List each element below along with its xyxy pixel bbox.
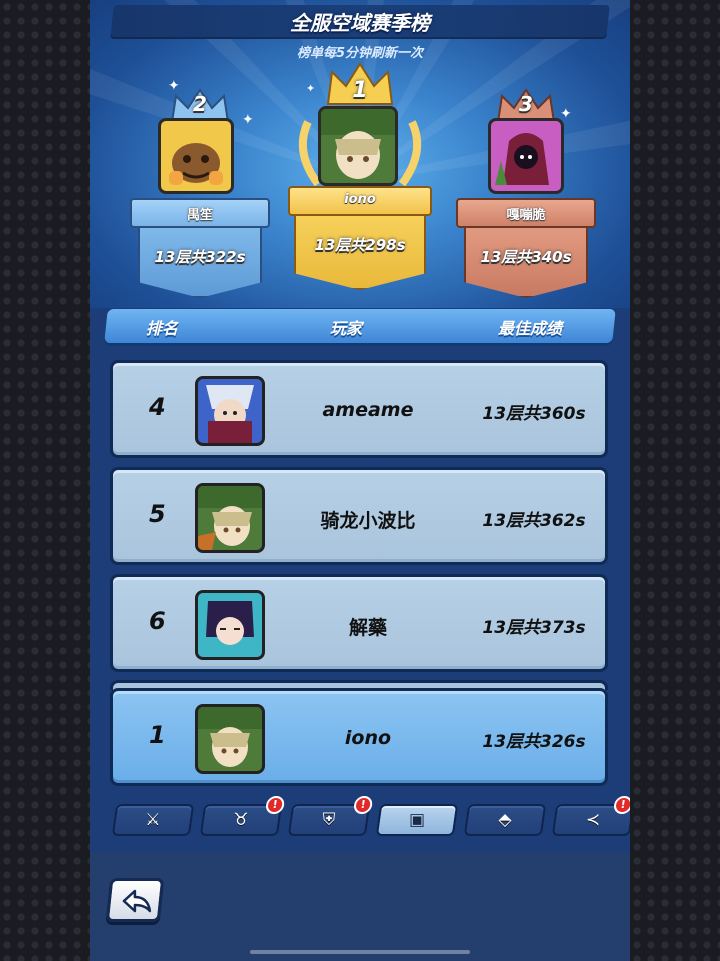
- page-title: 全服空域赛季榜: [290, 11, 430, 35]
- row-rank: 1: [149, 721, 166, 749]
- footer-bar: [90, 852, 630, 961]
- podium-score: 13层共340s: [480, 248, 572, 266]
- podium-name: 禺笙: [186, 208, 213, 223]
- demon-horn-icon: ♉: [233, 810, 249, 830]
- ranking-sword-icon: ⚔: [145, 810, 161, 830]
- alert-badge-icon: !: [264, 796, 286, 814]
- shield-badge-icon: ⛨: [322, 810, 336, 830]
- refresh-note: 榜单每5分钟刷新一次: [296, 46, 424, 61]
- avatar[interactable]: [195, 590, 265, 660]
- row-rank: 5: [149, 500, 166, 528]
- podium-third[interactable]: 3 嘎嘣脆 13层共340s: [456, 80, 596, 300]
- character-portrait-icon: [169, 143, 223, 185]
- card-rank-icon: ▣: [408, 810, 426, 830]
- category-tabs: ⚔ ♉ ! ⛨ ! ▣ ⬘ ≺ !: [106, 796, 630, 840]
- character-portrait-icon: [495, 133, 549, 185]
- podium-rank: 3: [519, 92, 533, 116]
- podium-first[interactable]: 1 iono 13层共298s: [288, 62, 432, 294]
- row-score: 13层共362s: [482, 511, 586, 531]
- table-row[interactable]: 5 骑龙小波比 13层共362s: [110, 467, 608, 565]
- character-portrait-icon: [321, 109, 395, 179]
- back-button[interactable]: [105, 878, 165, 922]
- avatar[interactable]: [195, 376, 265, 446]
- tab-shield[interactable]: ⛨ !: [287, 796, 374, 836]
- tab-card-rank[interactable]: ▣: [375, 804, 459, 836]
- table-row[interactable]: 6 解藥 13层共373s: [110, 574, 608, 672]
- character-portrait-icon: [198, 593, 262, 657]
- ranking-list[interactable]: 4 ameame 13层共360s 5 骑龙小波比 13层共362s 6 解藥 …: [106, 350, 616, 790]
- home-indicator: [250, 950, 470, 954]
- podium-second[interactable]: 2 禺笙 13层共322s: [130, 80, 270, 300]
- podium-rank: 2: [193, 92, 207, 116]
- podium-score: 13层共322s: [154, 248, 246, 266]
- podium-name: 嘎嘣脆: [506, 208, 546, 223]
- tab-demon[interactable]: ♉ !: [199, 796, 286, 836]
- row-player-name: iono: [344, 727, 392, 749]
- back-arrow-icon: [122, 889, 152, 913]
- tab-flag[interactable]: ⬘: [463, 804, 547, 836]
- row-player-name: ameame: [322, 399, 414, 421]
- avatar: [318, 106, 398, 186]
- avatar[interactable]: [195, 483, 265, 553]
- alert-badge-icon: !: [612, 796, 630, 814]
- row-player-name: 骑龙小波比: [320, 510, 416, 532]
- table-row[interactable]: 4 ameame 13层共360s: [110, 360, 608, 458]
- alert-badge-icon: !: [352, 796, 374, 814]
- leaderboard-panel: 全服空域赛季榜 榜单每5分钟刷新一次 ✦ ✦ ✦ ✦ 2 禺笙 13层共322s…: [90, 0, 630, 961]
- self-rank-row[interactable]: 1 iono 13层共326s: [110, 688, 608, 786]
- column-score-header: 最佳成绩: [498, 319, 563, 338]
- row-rank: 4: [149, 393, 166, 421]
- column-player-header: 玩家: [330, 319, 363, 338]
- tab-ranking[interactable]: ⚔: [111, 804, 195, 836]
- character-portrait-icon: [198, 486, 262, 550]
- row-score: 13层共373s: [482, 618, 586, 638]
- column-rank-header: 排名: [146, 319, 179, 338]
- character-portrait-icon: [198, 707, 262, 767]
- tab-share[interactable]: ≺ !: [551, 796, 630, 836]
- podium-area: 全服空域赛季榜 榜单每5分钟刷新一次 ✦ ✦ ✦ ✦ 2 禺笙 13层共322s…: [90, 0, 630, 308]
- podium-name: iono: [344, 192, 376, 207]
- character-portrait-icon: [206, 385, 254, 443]
- podium-rank: 1: [352, 78, 368, 103]
- row-score: 13层共360s: [482, 404, 586, 424]
- row-player-name: 解藥: [348, 617, 387, 639]
- avatar: [158, 118, 234, 194]
- row-rank: 6: [149, 607, 166, 635]
- avatar[interactable]: [195, 704, 265, 774]
- row-score: 13层共326s: [482, 732, 586, 752]
- avatar: [488, 118, 564, 194]
- podium-score: 13层共298s: [314, 236, 406, 254]
- flag-icon: ⬘: [498, 810, 512, 830]
